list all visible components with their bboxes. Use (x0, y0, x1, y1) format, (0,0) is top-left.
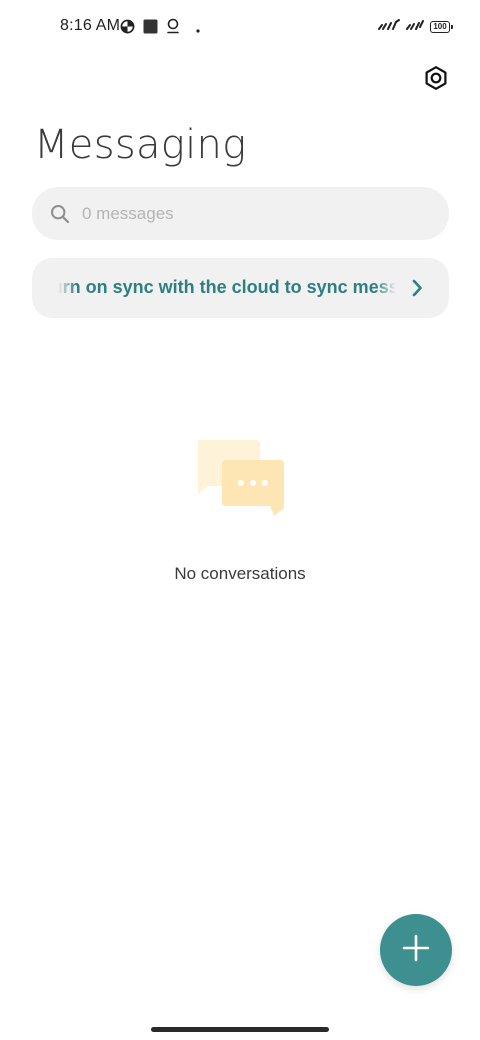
data-saver-icon (120, 19, 135, 39)
home-indicator[interactable] (151, 1027, 329, 1032)
settings-button[interactable] (420, 64, 452, 96)
plus-icon (402, 934, 430, 967)
battery-icon: 100 (430, 21, 453, 33)
status-left-icons (120, 18, 200, 39)
new-conversation-button[interactable] (380, 914, 452, 986)
sync-text-viewport: Turn on sync with the cloud to sync mess… (58, 258, 396, 318)
messaging-screen: 8:16 AM 100 Messaging 0 messages rn on s… (0, 0, 480, 1040)
dot-icon (196, 20, 200, 38)
signal-icon (406, 18, 424, 36)
chat-bubbles-icon (194, 436, 290, 525)
signal-icon (378, 18, 400, 36)
status-bar: 8:16 AM 100 (0, 0, 480, 56)
square-notification-icon (143, 19, 158, 39)
chevron-right-icon (410, 278, 424, 303)
status-right-icons: 100 (378, 18, 453, 36)
status-time: 8:16 AM (60, 17, 121, 34)
settings-hexagon-icon (423, 65, 449, 96)
search-icon (50, 204, 70, 229)
empty-state-label: No conversations (174, 564, 306, 583)
sync-banner[interactable]: Turn on sync with the cloud to sync mess… (32, 258, 449, 318)
location-icon (166, 18, 180, 39)
search-input[interactable] (82, 202, 422, 226)
sync-banner-text: Turn on sync with the cloud to sync mess… (58, 277, 396, 297)
page-title: Messaging (34, 122, 247, 168)
